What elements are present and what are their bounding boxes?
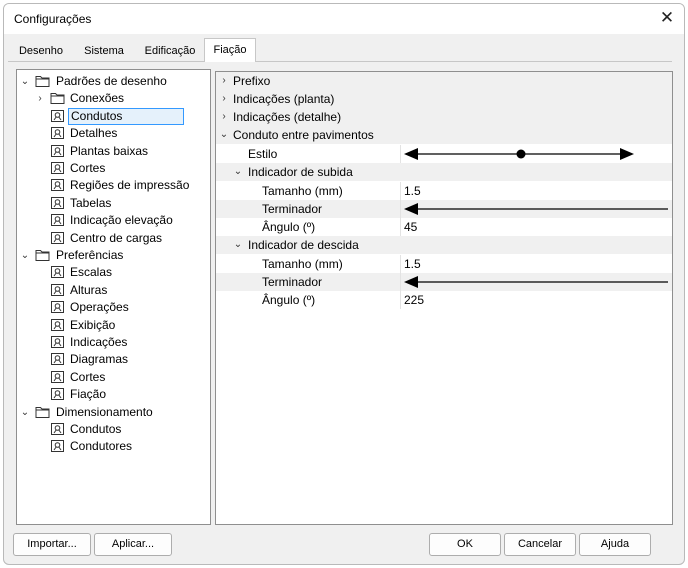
property-rise-angle[interactable]: Ângulo (º) 45: [216, 218, 672, 236]
import-button[interactable]: Importar...: [13, 533, 91, 556]
chevron-down-icon[interactable]: ⌄: [218, 126, 230, 144]
property-fall-size[interactable]: Tamanho (mm) 1.5: [216, 255, 672, 273]
settings-page-icon: [50, 231, 65, 245]
title-bar: Configurações ✕: [4, 4, 684, 34]
ok-button[interactable]: OK: [429, 533, 501, 556]
tree-item-label: Indicação elevação: [70, 213, 173, 228]
cancel-button[interactable]: Cancelar: [504, 533, 576, 556]
tree-item-label: Indicações: [70, 335, 128, 349]
settings-page-icon: [50, 387, 65, 401]
settings-page-icon: [50, 213, 65, 227]
tree-item-label: Alturas: [70, 282, 108, 297]
chevron-right-icon[interactable]: ›: [218, 108, 230, 126]
tab-desenho[interactable]: Desenho: [12, 41, 70, 61]
settings-page-icon: [50, 126, 65, 140]
settings-page-icon: [50, 370, 65, 384]
chevron-down-icon[interactable]: ⌄: [19, 73, 31, 90]
tab-fiacao[interactable]: Fiação: [204, 38, 256, 62]
tree-group-label: Preferências: [56, 248, 124, 262]
category-indicacoes-planta[interactable]: › Indicações (planta): [216, 90, 672, 108]
tree-item-label: Exibição: [70, 317, 116, 332]
tree-group-label: Padrões de desenho: [56, 74, 167, 88]
settings-page-icon: [50, 109, 65, 123]
settings-page-icon: [50, 352, 65, 366]
arrow-terminator-preview[interactable]: [404, 273, 670, 291]
subcategory-indicador-descida[interactable]: ⌄ Indicador de descida: [216, 236, 672, 254]
property-rise-terminator[interactable]: Terminador: [216, 200, 672, 218]
tree-item-label: Plantas baixas: [70, 143, 149, 158]
settings-page-icon: [50, 422, 65, 436]
window-title: Configurações: [14, 12, 92, 26]
folder-icon: [50, 91, 65, 105]
category-indicacoes-detalhe[interactable]: › Indicações (detalhe): [216, 108, 672, 126]
tree-item-label: Escalas: [70, 265, 113, 280]
property-fall-terminator[interactable]: Terminador: [216, 273, 672, 291]
tree-item-label: Condutos: [68, 107, 184, 125]
property-estilo[interactable]: Estilo: [216, 145, 672, 163]
tree-group-label: Dimensionamento: [56, 404, 153, 419]
settings-page-icon: [50, 318, 65, 332]
property-grid[interactable]: › Prefixo › Indicações (planta) › Indica…: [215, 71, 673, 525]
chevron-down-icon[interactable]: ⌄: [19, 404, 31, 421]
settings-page-icon: [50, 196, 65, 210]
property-fall-angle[interactable]: Ângulo (º) 225: [216, 291, 672, 309]
tree-item-label: Condutores: [70, 439, 133, 454]
chevron-right-icon[interactable]: ›: [218, 90, 230, 108]
settings-page-icon: [50, 178, 65, 192]
property-rise-size[interactable]: Tamanho (mm) 1.5: [216, 182, 672, 200]
subcategory-indicador-subida[interactable]: ⌄ Indicador de subida: [216, 163, 672, 181]
folder-icon: [35, 74, 50, 88]
category-conduto-entre-pavimentos[interactable]: ⌄ Conduto entre pavimentos: [216, 126, 672, 144]
tree-item-label: Condutos: [70, 422, 122, 436]
close-icon[interactable]: ✕: [656, 8, 678, 30]
tab-sistema[interactable]: Sistema: [76, 41, 132, 61]
tree-item-label: Fiação: [70, 387, 107, 402]
tree-item-label: Regiões de impressão: [70, 178, 190, 193]
tree-item-label: Cortes: [70, 369, 106, 384]
settings-page-icon: [50, 300, 65, 314]
arrow-terminator-preview[interactable]: [404, 200, 670, 218]
tab-edificacao[interactable]: Edificação: [138, 41, 202, 61]
settings-tree[interactable]: ⌄ Padrões de desenho › Conexões Condutos Deta…: [16, 69, 211, 525]
double-arrow-style-preview[interactable]: [404, 145, 636, 163]
tree-item-label: Tabelas: [70, 195, 112, 210]
tree-item-label: Operações: [70, 300, 129, 315]
tree-item-label: Conexões: [70, 91, 125, 106]
apply-button[interactable]: Aplicar...: [94, 533, 172, 556]
settings-page-icon: [50, 283, 65, 297]
settings-page-icon: [50, 161, 65, 175]
chevron-down-icon[interactable]: ⌄: [232, 236, 244, 254]
help-button[interactable]: Ajuda: [579, 533, 651, 556]
settings-page-icon: [50, 439, 65, 453]
chevron-down-icon[interactable]: ⌄: [232, 163, 244, 181]
tree-item-label: Diagramas: [70, 352, 129, 367]
settings-page-icon: [50, 144, 65, 158]
chevron-right-icon[interactable]: ›: [34, 90, 46, 107]
tree-item-label: Cortes: [70, 161, 106, 175]
category-prefixo[interactable]: › Prefixo: [216, 72, 672, 90]
tree-item-label: Centro de cargas: [70, 230, 163, 245]
chevron-down-icon[interactable]: ⌄: [19, 247, 31, 264]
settings-page-icon: [50, 265, 65, 279]
tree-item-label: Detalhes: [70, 126, 118, 141]
folder-icon: [35, 248, 50, 262]
folder-icon: [35, 405, 50, 419]
settings-page-icon: [50, 335, 65, 349]
chevron-right-icon[interactable]: ›: [218, 72, 230, 90]
